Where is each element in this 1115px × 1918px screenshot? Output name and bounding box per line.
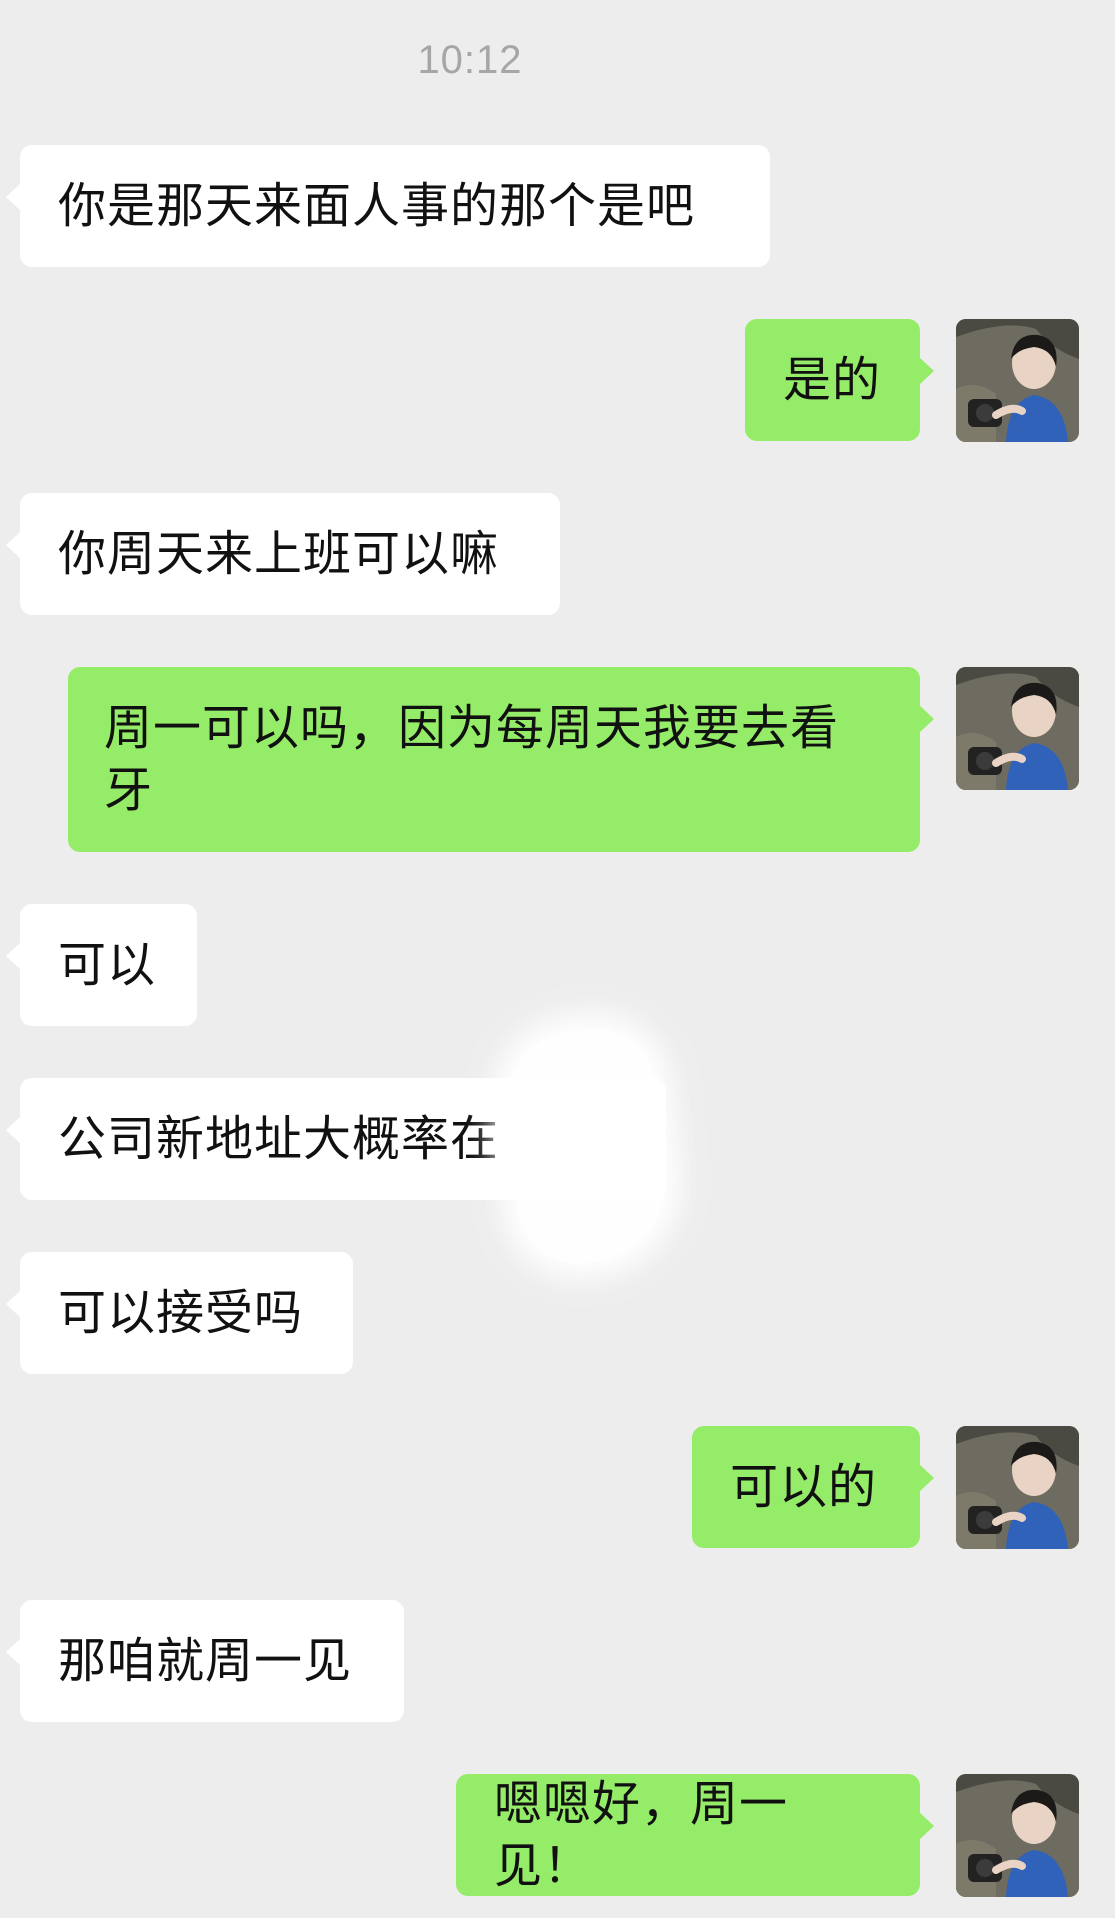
avatar-photo-icon	[956, 319, 1079, 442]
avatar-photo-icon	[956, 1426, 1079, 1549]
incoming-message-bubble[interactable]: 你是那天来面人事的那个是吧	[6, 145, 770, 267]
redaction-blur	[500, 1022, 674, 1270]
incoming-message-bubble[interactable]: 你周天来上班可以嘛	[6, 493, 560, 615]
user-avatar[interactable]	[956, 319, 1079, 442]
message-text: 公司新地址大概率在	[58, 1111, 500, 1167]
user-avatar[interactable]	[956, 667, 1079, 790]
message-text: 周一可以吗，因为每周天我要去看牙	[104, 700, 840, 818]
message-text: 是的	[783, 352, 882, 408]
user-avatar[interactable]	[956, 1774, 1079, 1897]
outgoing-message-bubble[interactable]: 是的	[745, 319, 934, 441]
message-text: 你周天来上班可以嘛	[58, 526, 500, 582]
message-text: 你是那天来面人事的那个是吧	[58, 178, 696, 234]
outgoing-message-bubble[interactable]: 可以的	[692, 1426, 934, 1548]
incoming-message-bubble[interactable]: 可以接受吗	[6, 1252, 353, 1374]
message-text: 可以的	[730, 1459, 878, 1515]
message-text: 那咱就周一见	[58, 1633, 353, 1689]
outgoing-message-bubble[interactable]: 周一可以吗，因为每周天我要去看牙	[68, 667, 934, 852]
outgoing-message-bubble[interactable]: 嗯嗯好，周一见！	[456, 1774, 934, 1896]
incoming-message-bubble[interactable]: 可以	[6, 904, 197, 1026]
user-avatar[interactable]	[956, 1426, 1079, 1549]
message-text: 嗯嗯好，周一见！	[494, 1776, 789, 1894]
avatar-photo-icon	[956, 1774, 1079, 1897]
message-timestamp: 10:12	[417, 38, 523, 82]
message-text: 可以	[58, 937, 157, 993]
avatar-photo-icon	[956, 667, 1079, 790]
incoming-message-bubble[interactable]: 那咱就周一见	[6, 1600, 404, 1722]
message-text: 可以接受吗	[58, 1285, 304, 1341]
